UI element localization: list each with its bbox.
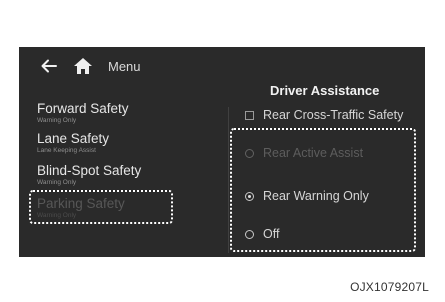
top-bar: Menu bbox=[19, 47, 425, 85]
parking-safety-highlight bbox=[29, 190, 173, 224]
sidebar-item-status: Warning Only bbox=[37, 179, 77, 186]
sidebar-item-status: Warning Only bbox=[37, 117, 77, 124]
sidebar-item-label: Lane Safety bbox=[37, 131, 110, 146]
panel-divider bbox=[228, 107, 229, 253]
home-icon[interactable] bbox=[72, 55, 94, 77]
sidebar-item-status: Lane Keeping Assist bbox=[37, 147, 96, 154]
menu-label[interactable]: Menu bbox=[108, 59, 141, 74]
sidebar-item-forward-safety[interactable]: Forward Safety Warning Only bbox=[37, 101, 129, 125]
rear-options-highlight bbox=[230, 128, 416, 252]
infotainment-screen: Menu Driver Assistance Forward Safety Wa… bbox=[19, 47, 425, 257]
figure-code: OJX1079207L bbox=[350, 280, 429, 294]
sidebar-item-lane-safety[interactable]: Lane Safety Lane Keeping Assist bbox=[37, 131, 109, 155]
sidebar-item-label: Blind-Spot Safety bbox=[37, 163, 142, 178]
sidebar-item-label: Forward Safety bbox=[37, 101, 129, 116]
back-arrow-icon[interactable] bbox=[39, 56, 59, 76]
panel-title: Driver Assistance bbox=[270, 83, 380, 98]
checkbox-icon bbox=[245, 111, 254, 120]
sidebar-item-blind-spot-safety[interactable]: Blind-Spot Safety Warning Only bbox=[37, 163, 141, 187]
option-label: Rear Cross-Traffic Safety bbox=[263, 108, 404, 122]
